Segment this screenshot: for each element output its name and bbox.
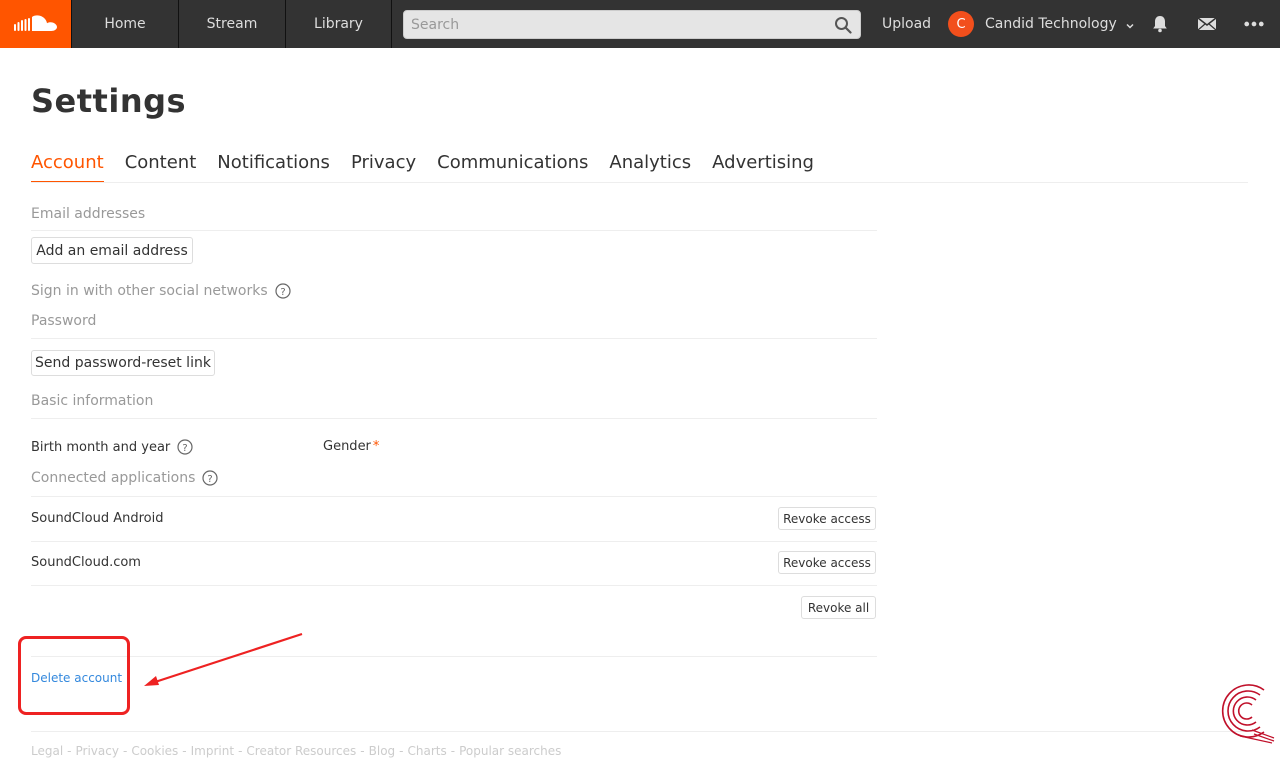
revoke-access-button[interactable]: Revoke access — [778, 551, 876, 574]
connected-apps-section: Connected applications ? — [31, 470, 218, 486]
tab-privacy[interactable]: Privacy — [351, 152, 416, 183]
footer-link-blog[interactable]: Blog — [369, 744, 396, 758]
app-name: SoundCloud Android — [31, 511, 164, 526]
footer-link-legal[interactable]: Legal — [31, 744, 63, 758]
footer-link-creator-resources[interactable]: Creator Resources — [246, 744, 356, 758]
nav-home[interactable]: Home — [71, 0, 178, 48]
annotation-highlight-box — [18, 636, 130, 715]
email-section-title: Email addresses — [31, 206, 146, 222]
svg-text:?: ? — [280, 287, 285, 298]
settings-tabs: Account Content Notifications Privacy Co… — [31, 152, 835, 183]
top-navigation-bar: Home Stream Library Upload C Candid Tech… — [0, 0, 1280, 48]
search-box — [403, 10, 861, 39]
user-menu[interactable]: C Candid Technology — [948, 0, 1135, 48]
tab-content[interactable]: Content — [125, 152, 197, 183]
mail-icon[interactable] — [1197, 14, 1217, 34]
tab-notifications[interactable]: Notifications — [217, 152, 330, 183]
tabs-divider — [31, 182, 1248, 183]
page-title: Settings — [31, 82, 187, 120]
bell-icon[interactable] — [1150, 14, 1170, 34]
svg-text:?: ? — [183, 443, 188, 454]
divider — [31, 230, 877, 231]
nav-library[interactable]: Library — [285, 0, 392, 48]
divider — [31, 731, 1248, 732]
divider — [31, 496, 877, 497]
add-email-button[interactable]: Add an email address — [31, 237, 193, 264]
send-password-reset-button[interactable]: Send password-reset link — [31, 350, 215, 376]
search-icon[interactable] — [834, 16, 852, 34]
divider — [31, 585, 877, 586]
birth-label: Birth month and year — [31, 439, 171, 455]
svg-text:?: ? — [208, 474, 213, 485]
avatar: C — [948, 11, 974, 37]
birth-field: Birth month and year ? — [31, 439, 193, 455]
social-section-title: Sign in with other social networks — [31, 283, 268, 299]
search-input[interactable] — [404, 11, 860, 38]
more-icon[interactable] — [1244, 14, 1264, 34]
watermark-logo-icon — [1221, 684, 1275, 744]
help-icon[interactable]: ? — [275, 283, 291, 299]
footer-links: Legal - Privacy - Cookies - Imprint - Creato… — [31, 744, 562, 758]
gender-label: Gender — [323, 439, 371, 454]
chevron-down-icon — [1125, 19, 1135, 29]
tab-analytics[interactable]: Analytics — [609, 152, 691, 183]
nav-stream[interactable]: Stream — [178, 0, 285, 48]
required-marker: * — [372, 439, 380, 454]
annotation-arrow-icon — [144, 632, 303, 686]
upload-link[interactable]: Upload — [872, 0, 941, 48]
help-icon[interactable]: ? — [202, 470, 218, 486]
divider — [31, 338, 877, 339]
revoke-all-button[interactable]: Revoke all — [801, 596, 876, 619]
tab-advertising[interactable]: Advertising — [712, 152, 814, 183]
footer-link-cookies[interactable]: Cookies — [131, 744, 178, 758]
divider — [31, 418, 877, 419]
social-networks-section: Sign in with other social networks ? — [31, 283, 291, 299]
gender-field: Gender * — [323, 439, 379, 454]
soundcloud-logo-icon[interactable] — [0, 0, 71, 48]
connected-apps-title: Connected applications — [31, 470, 196, 486]
footer-link-imprint[interactable]: Imprint — [191, 744, 234, 758]
basic-info-section-title: Basic information — [31, 393, 154, 409]
user-name: Candid Technology — [985, 16, 1117, 32]
tab-communications[interactable]: Communications — [437, 152, 588, 183]
footer-link-popular-searches[interactable]: Popular searches — [459, 744, 561, 758]
footer-link-privacy[interactable]: Privacy — [76, 744, 119, 758]
help-icon[interactable]: ? — [177, 439, 193, 455]
password-section-title: Password — [31, 313, 97, 329]
footer-link-charts[interactable]: Charts — [408, 744, 447, 758]
revoke-access-button[interactable]: Revoke access — [778, 507, 876, 530]
app-name: SoundCloud.com — [31, 555, 141, 570]
divider — [31, 541, 877, 542]
tab-account[interactable]: Account — [31, 152, 104, 183]
